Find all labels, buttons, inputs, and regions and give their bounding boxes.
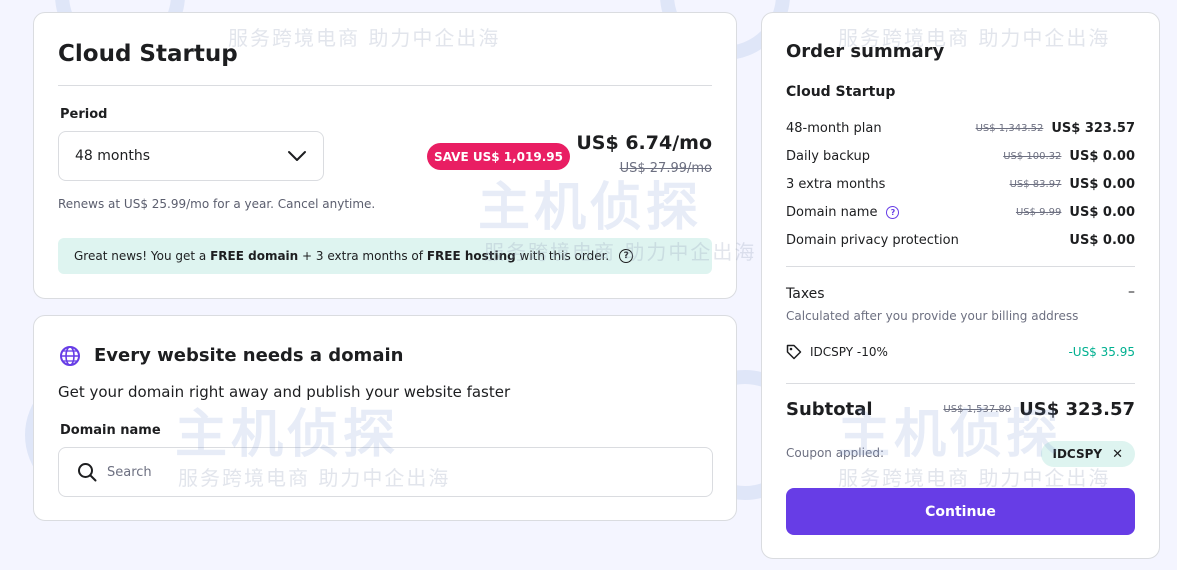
divider [58, 85, 712, 86]
divider [786, 266, 1135, 267]
line-amount: US$ 0.00 [1069, 148, 1135, 164]
taxes-value: – [1128, 284, 1135, 300]
renewal-note: Renews at US$ 25.99/mo for a year. Cance… [58, 197, 376, 211]
domain-card: Every website needs a domain Get your do… [33, 315, 737, 521]
line-label: 48-month plan [786, 120, 882, 136]
promo-free-hosting: FREE hosting [426, 249, 516, 263]
order-summary-card: Order summary Cloud Startup 48-month pla… [761, 12, 1160, 559]
line-amount: US$ 0.00 [1069, 176, 1135, 192]
subtotal-value: US$ 1,537.80 US$ 323.57 [943, 399, 1135, 420]
plan-price: US$ 6.74/mo [576, 132, 712, 154]
domain-name-label: Domain name [60, 423, 161, 438]
coupon-chip-code: IDCSPY [1052, 447, 1103, 461]
line-label: Domain privacy protection [786, 232, 959, 248]
summary-line: 48-month plan US$ 1,343.52 US$ 323.57 [786, 119, 1135, 137]
summary-line: Domain privacy protection US$ 0.00 [786, 231, 1135, 249]
line-label-wrap: Domain name ? [786, 205, 1016, 220]
line-old-price: US$ 1,343.52 [975, 122, 1044, 134]
taxes-label: Taxes [786, 286, 825, 302]
subtotal-old-price: US$ 1,537.80 [943, 404, 1012, 415]
promo-banner: Great news! You get a FREE domain + 3 ex… [58, 238, 712, 274]
line-label: Domain name [786, 204, 878, 220]
line-old-price: US$ 9.99 [1015, 206, 1062, 218]
coupon-discount-amount: -US$ 35.95 [1068, 345, 1135, 359]
plan-title: Cloud Startup [58, 41, 238, 67]
promo-text-3: with this order. [515, 249, 610, 263]
taxes-note: Calculated after you provide your billin… [786, 309, 1079, 323]
summary-line: Domain name ? US$ 9.99 US$ 0.00 [786, 203, 1135, 221]
line-amount: US$ 0.00 [1069, 232, 1135, 248]
line-label: 3 extra months [786, 176, 886, 192]
period-select-value: 48 months [75, 148, 150, 164]
summary-line: Daily backup US$ 100.32 US$ 0.00 [786, 147, 1135, 165]
continue-button[interactable]: Continue [786, 488, 1135, 535]
globe-icon [60, 346, 80, 366]
line-amount: US$ 0.00 [1069, 204, 1135, 220]
domain-subtitle: Get your domain right away and publish y… [58, 383, 511, 401]
help-icon[interactable]: ? [886, 205, 900, 219]
subtotal-label: Subtotal [786, 399, 873, 420]
promo-free-domain: FREE domain [210, 249, 299, 263]
promo-text-2: + 3 extra months of [298, 249, 427, 263]
line-old-price: US$ 100.32 [1003, 150, 1062, 162]
order-summary-title: Order summary [786, 41, 945, 62]
save-badge: SAVE US$ 1,019.95 [427, 143, 570, 170]
domain-title: Every website needs a domain [94, 345, 404, 366]
promo-text-1: Great news! You get a [74, 249, 211, 263]
period-select[interactable]: 48 months [58, 131, 324, 181]
divider [786, 383, 1135, 384]
domain-search-field[interactable] [58, 447, 713, 497]
chevron-down-icon [288, 151, 306, 161]
line-label: Daily backup [786, 148, 871, 164]
summary-line: 3 extra months US$ 83.97 US$ 0.00 [786, 175, 1135, 193]
domain-search-input[interactable] [107, 464, 607, 480]
coupon-code-label: IDCSPY -10% [810, 345, 888, 359]
plan-old-price: US$ 27.99/mo [619, 161, 712, 176]
coupon-discount-line: IDCSPY -10% -US$ 35.95 [786, 344, 1135, 360]
plan-card: Cloud Startup Period 48 months SAVE US$ … [33, 12, 737, 299]
summary-plan-name: Cloud Startup [786, 84, 896, 100]
period-label: Period [60, 107, 108, 122]
coupon-chip: IDCSPY ✕ [1040, 441, 1135, 467]
help-icon[interactable]: ? [619, 249, 634, 263]
line-old-price: US$ 83.97 [1009, 178, 1062, 190]
tag-icon [786, 344, 802, 360]
search-icon [78, 463, 97, 482]
subtotal-amount: US$ 323.57 [1019, 399, 1135, 420]
line-amount: US$ 323.57 [1051, 120, 1135, 136]
close-icon[interactable]: ✕ [1112, 447, 1123, 462]
coupon-applied-label: Coupon applied: [786, 446, 885, 460]
